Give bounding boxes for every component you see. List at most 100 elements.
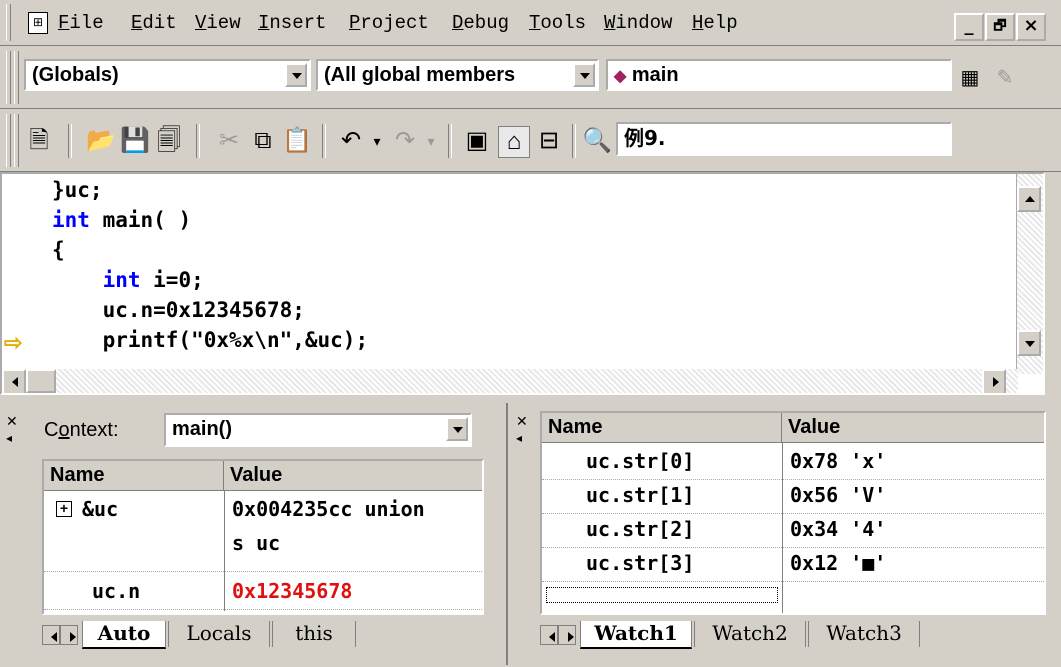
menu-item-7[interactable]: Window xyxy=(604,12,672,34)
row-divider xyxy=(44,571,482,572)
toolbar-grip[interactable] xyxy=(6,114,11,167)
menu-grip[interactable] xyxy=(6,4,11,41)
menu-item-accelerator: H xyxy=(692,12,704,34)
current-line-arrow-icon: ⇨ xyxy=(4,330,23,355)
copy-icon[interactable]: ⧉ xyxy=(248,126,278,156)
save-all-icon[interactable]: 🗐 xyxy=(154,126,184,156)
menu-item-label: nsert xyxy=(269,12,327,34)
menu-item-5[interactable]: Debug xyxy=(452,12,509,34)
pane-close-icon[interactable]: ✕ xyxy=(6,413,18,430)
undo-dropdown-icon[interactable]: ▾ xyxy=(362,126,392,156)
code-line[interactable]: int i=0; xyxy=(52,268,204,292)
window-list-icon[interactable]: ⊟ xyxy=(534,126,564,156)
variables-grid[interactable]: Name Value + &uc 0x004235cc union s uc uc.n 0… xyxy=(42,459,484,615)
code-keyword: int xyxy=(102,268,141,292)
menu-item-accelerator: I xyxy=(258,12,270,34)
code-line[interactable]: int main( ) xyxy=(52,208,191,232)
tab-scroll-left[interactable] xyxy=(540,625,558,645)
tab-locals[interactable]: Locals xyxy=(168,621,270,647)
code-line[interactable]: { xyxy=(52,238,65,262)
value-column-header[interactable]: Value xyxy=(224,461,482,491)
watch-value: 0x56 'V' xyxy=(790,483,887,507)
scroll-left-button[interactable] xyxy=(2,369,26,393)
tab-this[interactable]: this xyxy=(272,621,356,647)
row-divider xyxy=(542,547,1044,548)
code-line[interactable]: uc.n=0x12345678; xyxy=(52,298,305,322)
restore-button[interactable]: 🗗 xyxy=(985,13,1015,41)
context-dropdown[interactable] xyxy=(446,417,468,441)
close-button[interactable]: × xyxy=(1016,13,1046,41)
code-editor[interactable]: }uc; int main( ) { int i=0; uc.n=0x1234567… xyxy=(0,172,1045,395)
find-combo[interactable]: 例9. xyxy=(616,122,952,156)
menu-item-4[interactable]: Project xyxy=(349,12,429,34)
variable-value: 0x004235cc union xyxy=(232,497,425,521)
code-text: i=0; xyxy=(140,268,204,292)
filter-combo-dropdown[interactable] xyxy=(573,63,595,87)
variable-name: &uc xyxy=(82,497,119,521)
tab-scroll-right[interactable] xyxy=(558,625,576,645)
member-combo[interactable]: ◆ main xyxy=(606,59,952,91)
row-divider xyxy=(542,479,1044,480)
pane-close-icon[interactable]: ✕ xyxy=(516,413,528,430)
workspace-icon[interactable]: ▣ xyxy=(462,126,492,156)
watch-value-header[interactable]: Value xyxy=(782,413,1044,443)
variable-name: uc.n xyxy=(92,579,141,603)
menu-item-accelerator: D xyxy=(452,12,464,34)
horizontal-scroll-thumb[interactable] xyxy=(26,369,56,393)
watch-name: uc.str[0] xyxy=(586,449,695,473)
save-icon[interactable]: 💾 xyxy=(120,126,150,156)
scroll-up-button[interactable] xyxy=(1017,186,1041,212)
variables-pane: ✕ ◂ Context: main() Name Value + &uc 0x004… xyxy=(0,403,508,665)
scroll-down-button[interactable] xyxy=(1017,330,1041,356)
cut-icon[interactable]: ✂ xyxy=(214,126,244,156)
code-line[interactable]: }uc; xyxy=(52,178,103,202)
menu-item-3[interactable]: Insert xyxy=(258,12,326,34)
separator xyxy=(448,124,452,158)
document-icon[interactable]: ⊞ xyxy=(28,12,48,34)
minimize-button[interactable]: _ xyxy=(954,13,984,41)
find-in-files-icon[interactable]: 🔍 xyxy=(582,126,612,156)
menu-item-label: ile xyxy=(69,12,104,34)
name-column-header[interactable]: Name xyxy=(44,461,224,491)
tab-scroll-right[interactable] xyxy=(60,625,78,645)
tab-auto[interactable]: Auto xyxy=(82,621,166,649)
watch-grid[interactable]: Name Value uc.str[0] 0x78 'x' uc.str[1] 0x5… xyxy=(540,411,1046,615)
tab-scroll-left[interactable] xyxy=(42,625,60,645)
open-folder-icon[interactable]: 📂 xyxy=(86,126,116,156)
new-file-icon[interactable]: 🗎 xyxy=(24,126,54,156)
menu-item-0[interactable]: File xyxy=(58,12,104,34)
menu-item-accelerator: E xyxy=(131,12,143,34)
pane-collapse-icon[interactable]: ◂ xyxy=(6,431,12,445)
class-combo-dropdown[interactable] xyxy=(285,63,307,87)
member-combo-value: main xyxy=(631,64,679,86)
watch-name-header[interactable]: Name xyxy=(542,413,782,443)
context-combo[interactable]: main() xyxy=(164,413,472,447)
filter-combo[interactable]: (All global members xyxy=(316,59,599,91)
wizard-wand-icon[interactable]: ✎ xyxy=(990,63,1020,93)
editor-vertical-scrollbar[interactable] xyxy=(1016,174,1043,374)
row-divider xyxy=(542,513,1044,514)
tab-watch1[interactable]: Watch1 xyxy=(580,621,692,649)
menu-item-8[interactable]: Help xyxy=(692,12,738,34)
code-text: }uc; xyxy=(52,178,103,202)
paste-icon[interactable]: 📋 xyxy=(282,126,312,156)
class-combo[interactable]: (Globals) xyxy=(24,59,311,91)
menu-item-6[interactable]: Tools xyxy=(529,12,586,34)
wizard-actions-icon[interactable]: ▦ xyxy=(955,63,985,93)
variables-tabs: Auto Locals this xyxy=(42,621,484,649)
wizard-grip[interactable] xyxy=(6,51,11,104)
toolbar-grip-2 xyxy=(14,114,19,167)
scroll-right-button[interactable] xyxy=(982,369,1006,393)
menu-item-2[interactable]: View xyxy=(195,12,241,34)
code-line[interactable]: printf("0x%x\n",&uc); xyxy=(52,328,369,352)
menu-item-label: elp xyxy=(703,12,738,34)
tab-watch2[interactable]: Watch2 xyxy=(694,621,806,647)
new-watch-entry[interactable] xyxy=(546,587,778,603)
tab-watch3[interactable]: Watch3 xyxy=(808,621,920,647)
menu-item-1[interactable]: Edit xyxy=(131,12,177,34)
pane-collapse-icon[interactable]: ◂ xyxy=(516,431,522,445)
expand-icon[interactable]: + xyxy=(56,501,72,517)
output-icon[interactable]: ⌂ xyxy=(498,126,530,158)
editor-horizontal-scrollbar[interactable] xyxy=(2,369,1018,393)
redo-dropdown-icon[interactable]: ▾ xyxy=(416,126,446,156)
